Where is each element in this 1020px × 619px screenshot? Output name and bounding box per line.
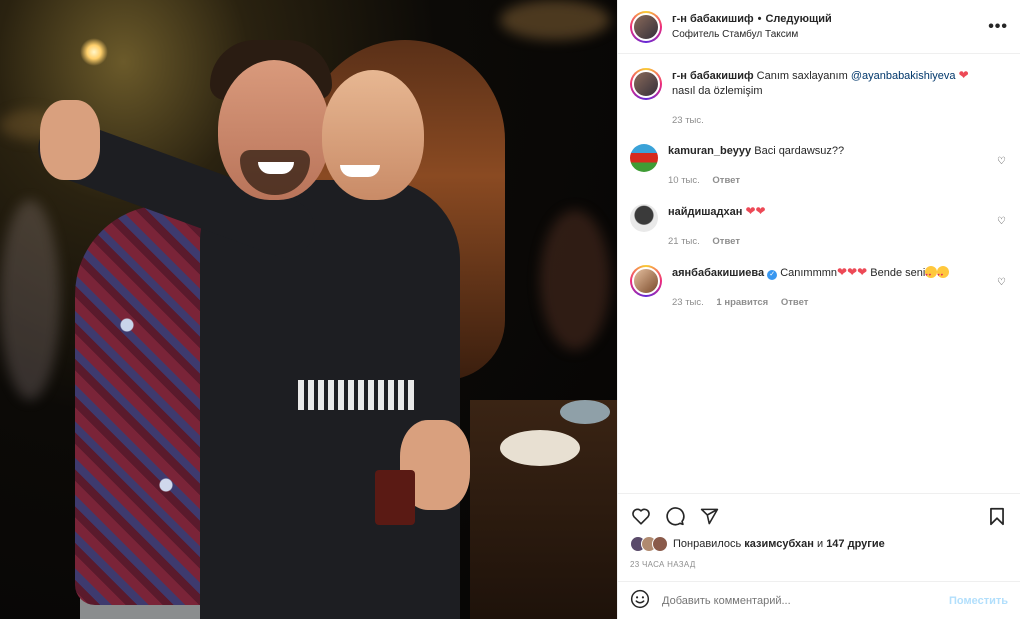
comment-item: аянбабакишиева ✓ Canımmmn❤❤❤ Bende seni … (630, 265, 1008, 310)
comment-like-heart-icon[interactable]: ♡ (997, 156, 1006, 167)
commenter-avatar[interactable] (630, 265, 662, 297)
caption-time[interactable]: 23 тыс. (672, 115, 704, 126)
add-comment-bar: Поместить (618, 581, 1020, 619)
ceiling-light (80, 38, 108, 66)
comment-meta: 21 тыс. Ответ (668, 234, 988, 249)
caption-mention[interactable]: @ayanbabakishiyeva (851, 70, 956, 82)
comment-text: Baci qardawsuz?? (754, 145, 845, 157)
post-modal: г-н бабакишиф • Следующий Софитель Стамбул… (0, 0, 1020, 619)
post-header: г-н бабакишиф • Следующий Софитель Стамбул… (618, 0, 1020, 54)
likes-prefix: Понравилось (673, 538, 742, 550)
woman-hand (40, 100, 100, 180)
belt-pattern (298, 380, 418, 410)
comment-body: найдишадхан ❤❤ 21 тыс. Ответ (668, 204, 1008, 249)
comment-time[interactable]: 23 тыс. (672, 297, 704, 308)
comment-like-heart-icon[interactable]: ♡ (997, 277, 1006, 288)
woman-smile (340, 165, 380, 177)
location-link[interactable]: Софитель Стамбул Таксим (672, 27, 988, 43)
caption-author[interactable]: г-н бабакишиф (672, 70, 754, 82)
plate (560, 400, 610, 424)
comment-item: найдишадхан ❤❤ 21 тыс. Ответ ♡ (630, 204, 1008, 249)
caption-meta: 23 тыс. (672, 113, 988, 128)
post-timestamp[interactable]: 23 ЧАСА НАЗАД (630, 560, 1008, 569)
liker-username[interactable]: казимсубхан (744, 538, 814, 550)
heart-eyes-emoji-icon (925, 266, 938, 282)
reply-button[interactable]: Ответ (712, 236, 740, 247)
comment-input[interactable] (662, 594, 949, 607)
share-icon[interactable] (698, 505, 720, 527)
verified-badge-icon: ✓ (767, 270, 778, 280)
comment-body: аянбабакишиева ✓ Canımmmn❤❤❤ Bende seni … (672, 265, 1008, 310)
post-actions: Понравилось казимсубхан и 147 другие 23 … (618, 493, 1020, 581)
comment-time[interactable]: 10 тыс. (668, 175, 700, 186)
follow-button[interactable]: Следующий (765, 13, 831, 25)
comment-likes-count[interactable]: 1 нравится (716, 297, 768, 308)
plate (500, 430, 580, 466)
post-side-panel: г-н бабакишиф • Следующий Софитель Стамбул… (617, 0, 1020, 619)
comment-body: kamuran_beyyy Baci qardawsuz?? 10 тыс. О… (668, 144, 1008, 188)
comment-icon[interactable] (664, 505, 686, 527)
likes-text: Понравилось казимсубхан и 147 другие (673, 538, 885, 550)
comment-like-heart-icon[interactable]: ♡ (997, 216, 1006, 227)
phone (375, 470, 415, 525)
bokeh-guest (540, 210, 610, 350)
comment-author[interactable]: найдишадхан (668, 206, 742, 218)
heart-icon[interactable] (630, 505, 652, 527)
heart-eyes-emoji-icon (937, 266, 950, 282)
red-heart-emoji: ❤❤ (745, 204, 766, 218)
bokeh-light (500, 0, 610, 40)
caption: г-н бабакишиф Canım saxlayanım @ayanbaba… (630, 68, 1008, 128)
caption-body: г-н бабакишиф Canım saxlayanım @ayanbaba… (672, 68, 1008, 128)
likes-summary: Понравилось казимсубхан и 147 другие (630, 536, 1008, 552)
comment-author[interactable]: kamuran_beyyy (668, 145, 751, 157)
commenter-avatar[interactable] (630, 144, 658, 172)
separator-dot: • (757, 12, 762, 25)
comment-meta: 23 тыс. 1 нравится Ответ (672, 295, 988, 310)
author-info: г-н бабакишиф • Следующий Софитель Стамбул… (672, 11, 988, 43)
reply-button[interactable]: Ответ (712, 175, 740, 186)
woman-face (322, 70, 424, 200)
bokeh-guest (0, 200, 60, 400)
caption-avatar[interactable] (630, 68, 662, 100)
comment-text-end: Bende seni (870, 267, 926, 279)
caption-text: Canım saxlayanım (756, 70, 848, 82)
emoji-icon[interactable] (630, 589, 650, 612)
more-options-icon[interactable]: ••• (988, 18, 1008, 36)
red-heart-emoji: ❤❤❤ (837, 265, 868, 279)
liker-avatar[interactable] (652, 536, 668, 552)
caption-text-end: nasıl da özlemişim (672, 85, 763, 97)
action-icons (630, 502, 1008, 530)
author-username[interactable]: г-н бабакишиф (672, 13, 754, 25)
comment-text: Canımmmn (780, 267, 838, 279)
commenter-avatar[interactable] (630, 204, 658, 232)
comment-meta: 10 тыс. Ответ (668, 173, 988, 188)
post-photo[interactable] (0, 0, 617, 619)
author-avatar[interactable] (630, 10, 662, 43)
post-comment-button[interactable]: Поместить (949, 595, 1008, 607)
likes-others-link[interactable]: 147 другие (826, 538, 885, 550)
likes-mid: и (816, 538, 824, 550)
bookmark-icon[interactable] (986, 505, 1008, 527)
comments-list[interactable]: г-н бабакишиф Canım saxlayanım @ayanbaba… (618, 54, 1020, 493)
reply-button[interactable]: Ответ (781, 297, 809, 308)
comment-time[interactable]: 21 тыс. (668, 236, 700, 247)
comment-item: kamuran_beyyy Baci qardawsuz?? 10 тыс. О… (630, 144, 1008, 188)
red-heart-emoji: ❤ (958, 68, 969, 82)
comment-author[interactable]: аянбабакишиева (672, 267, 764, 279)
